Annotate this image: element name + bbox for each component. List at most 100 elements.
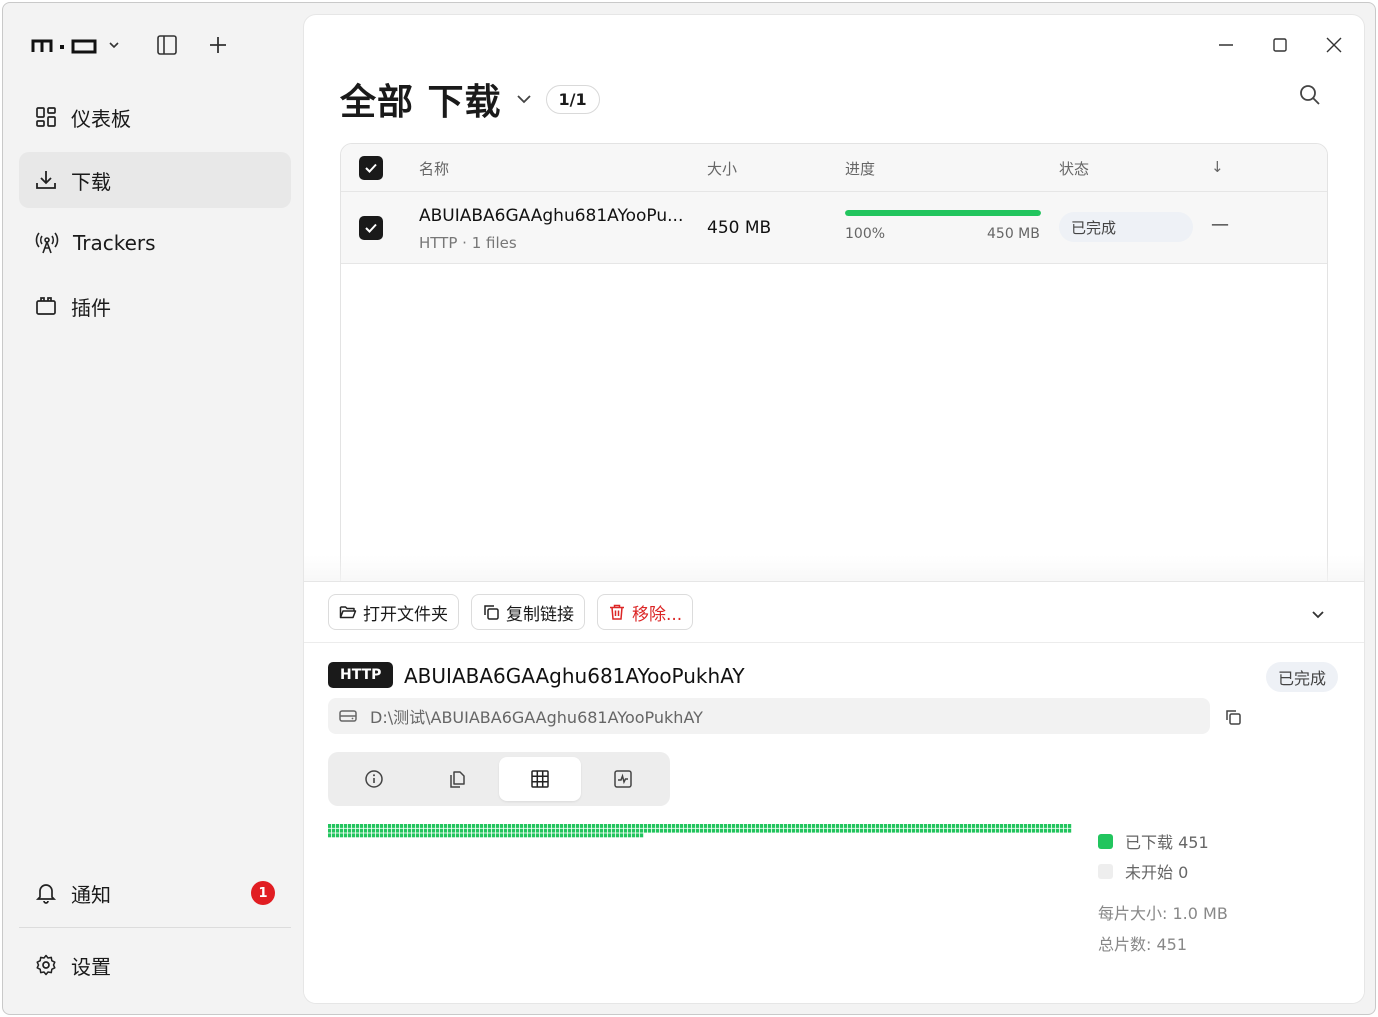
piece-cell <box>476 828 480 833</box>
piece-cell <box>564 824 568 828</box>
sidebar-item-label: 设置 <box>71 954 111 979</box>
sidebar-item-plugins[interactable]: 插件 <box>19 278 291 334</box>
piece-cell <box>784 824 788 828</box>
column-header-size[interactable]: 大小 <box>707 158 737 179</box>
sidebar-item-notifications[interactable]: 通知 1 <box>19 865 291 921</box>
column-header-status[interactable]: 状态 <box>1059 158 1089 179</box>
table-row[interactable]: ABUIABA6GAAghu681AYooPu... HTTP · 1 file… <box>341 192 1327 264</box>
piece-cell <box>536 824 540 828</box>
piece-cell <box>556 828 560 833</box>
piece-cell <box>804 824 808 828</box>
chevron-down-icon[interactable] <box>514 89 534 109</box>
piece-cell <box>996 828 1000 833</box>
maximize-button[interactable] <box>1260 31 1300 59</box>
piece-cell <box>596 833 600 838</box>
bell-icon <box>35 884 57 904</box>
piece-cell <box>512 833 516 838</box>
column-header-name[interactable]: 名称 <box>419 158 449 179</box>
save-path-field[interactable]: D:\测试\ABUIABA6GAAghu681AYooPukhAY <box>328 698 1210 734</box>
piece-cell <box>736 824 740 828</box>
drive-icon <box>339 710 357 722</box>
search-button[interactable] <box>1294 79 1326 111</box>
piece-cell <box>580 833 584 838</box>
tab-activity[interactable] <box>582 757 664 801</box>
piece-cell <box>484 833 488 838</box>
piece-cell <box>932 824 936 828</box>
piece-cell <box>764 828 768 833</box>
piece-cell <box>596 824 600 828</box>
piece-cell <box>496 833 500 838</box>
select-all-checkbox[interactable] <box>359 156 383 180</box>
piece-cell <box>980 824 984 828</box>
minimize-button[interactable] <box>1206 31 1246 59</box>
sidebar-item-dashboard[interactable]: 仪表板 <box>19 89 291 145</box>
piece-cell <box>828 824 832 828</box>
piece-cell <box>748 828 752 833</box>
tab-pieces[interactable] <box>499 757 581 801</box>
piece-cell <box>520 824 524 828</box>
piece-cell <box>888 828 892 833</box>
remove-button[interactable]: 移除... <box>597 594 694 630</box>
piece-cell <box>920 824 924 828</box>
sidebar-item-downloads[interactable]: 下载 <box>19 152 291 208</box>
piece-cell <box>516 828 520 833</box>
copy-link-button[interactable]: 复制链接 <box>471 594 585 630</box>
piece-cell <box>624 824 628 828</box>
row-checkbox[interactable] <box>359 216 383 240</box>
tab-files[interactable] <box>416 757 498 801</box>
brand-row <box>31 29 121 61</box>
piece-cell <box>408 828 412 833</box>
app-logo-menu[interactable] <box>31 36 121 54</box>
piece-cell <box>600 824 604 828</box>
piece-cell <box>624 828 628 833</box>
piece-cell <box>1024 828 1028 833</box>
piece-cell <box>576 833 580 838</box>
toggle-sidebar-button[interactable] <box>151 29 183 61</box>
piece-cell <box>616 824 620 828</box>
piece-cell <box>588 833 592 838</box>
piece-cell <box>396 828 400 833</box>
tab-info[interactable] <box>333 757 415 801</box>
piece-cell <box>1012 824 1016 828</box>
save-path-text: D:\测试\ABUIABA6GAAghu681AYooPukhAY <box>370 708 703 727</box>
piece-cell <box>352 828 356 833</box>
piece-cell <box>640 833 644 838</box>
piece-cell <box>860 828 864 833</box>
piece-cell <box>464 828 468 833</box>
sidebar-item-trackers[interactable]: Trackers <box>19 215 291 271</box>
close-button[interactable] <box>1314 31 1354 59</box>
piece-cell <box>328 824 332 828</box>
piece-cell <box>976 824 980 828</box>
piece-cell <box>364 828 368 833</box>
folder-open-icon <box>339 606 357 619</box>
piece-cell <box>964 824 968 828</box>
piece-cell <box>652 824 656 828</box>
column-header-progress[interactable]: 进度 <box>845 158 875 179</box>
close-icon <box>1326 37 1342 53</box>
piece-cell <box>516 824 520 828</box>
table-header: 名称 大小 进度 状态 ↓ <box>341 144 1327 192</box>
piece-cell <box>1044 824 1048 828</box>
piece-cell <box>448 828 452 833</box>
piece-cell <box>1028 824 1032 828</box>
piece-cell <box>488 824 492 828</box>
piece-meta: 每片大小: 1.0 MB 总片数: 451 <box>1098 898 1228 960</box>
piece-cell <box>700 824 704 828</box>
piece-cell <box>968 828 972 833</box>
collapse-detail-button[interactable] <box>1304 600 1332 628</box>
piece-cell <box>984 828 988 833</box>
piece-cell <box>584 824 588 828</box>
piece-cell <box>368 833 372 838</box>
piece-cell <box>508 828 512 833</box>
piece-cell <box>536 828 540 833</box>
piece-cell <box>884 828 888 833</box>
add-task-button[interactable] <box>202 29 234 61</box>
piece-cell <box>848 824 852 828</box>
piece-cell <box>572 828 576 833</box>
copy-path-button[interactable] <box>1220 704 1246 730</box>
sidebar-item-settings[interactable]: 设置 <box>19 937 291 993</box>
column-header-speed[interactable]: ↓ <box>1211 158 1224 176</box>
piece-cell <box>972 828 976 833</box>
open-folder-button[interactable]: 打开文件夹 <box>328 594 459 630</box>
piece-cell <box>992 828 996 833</box>
